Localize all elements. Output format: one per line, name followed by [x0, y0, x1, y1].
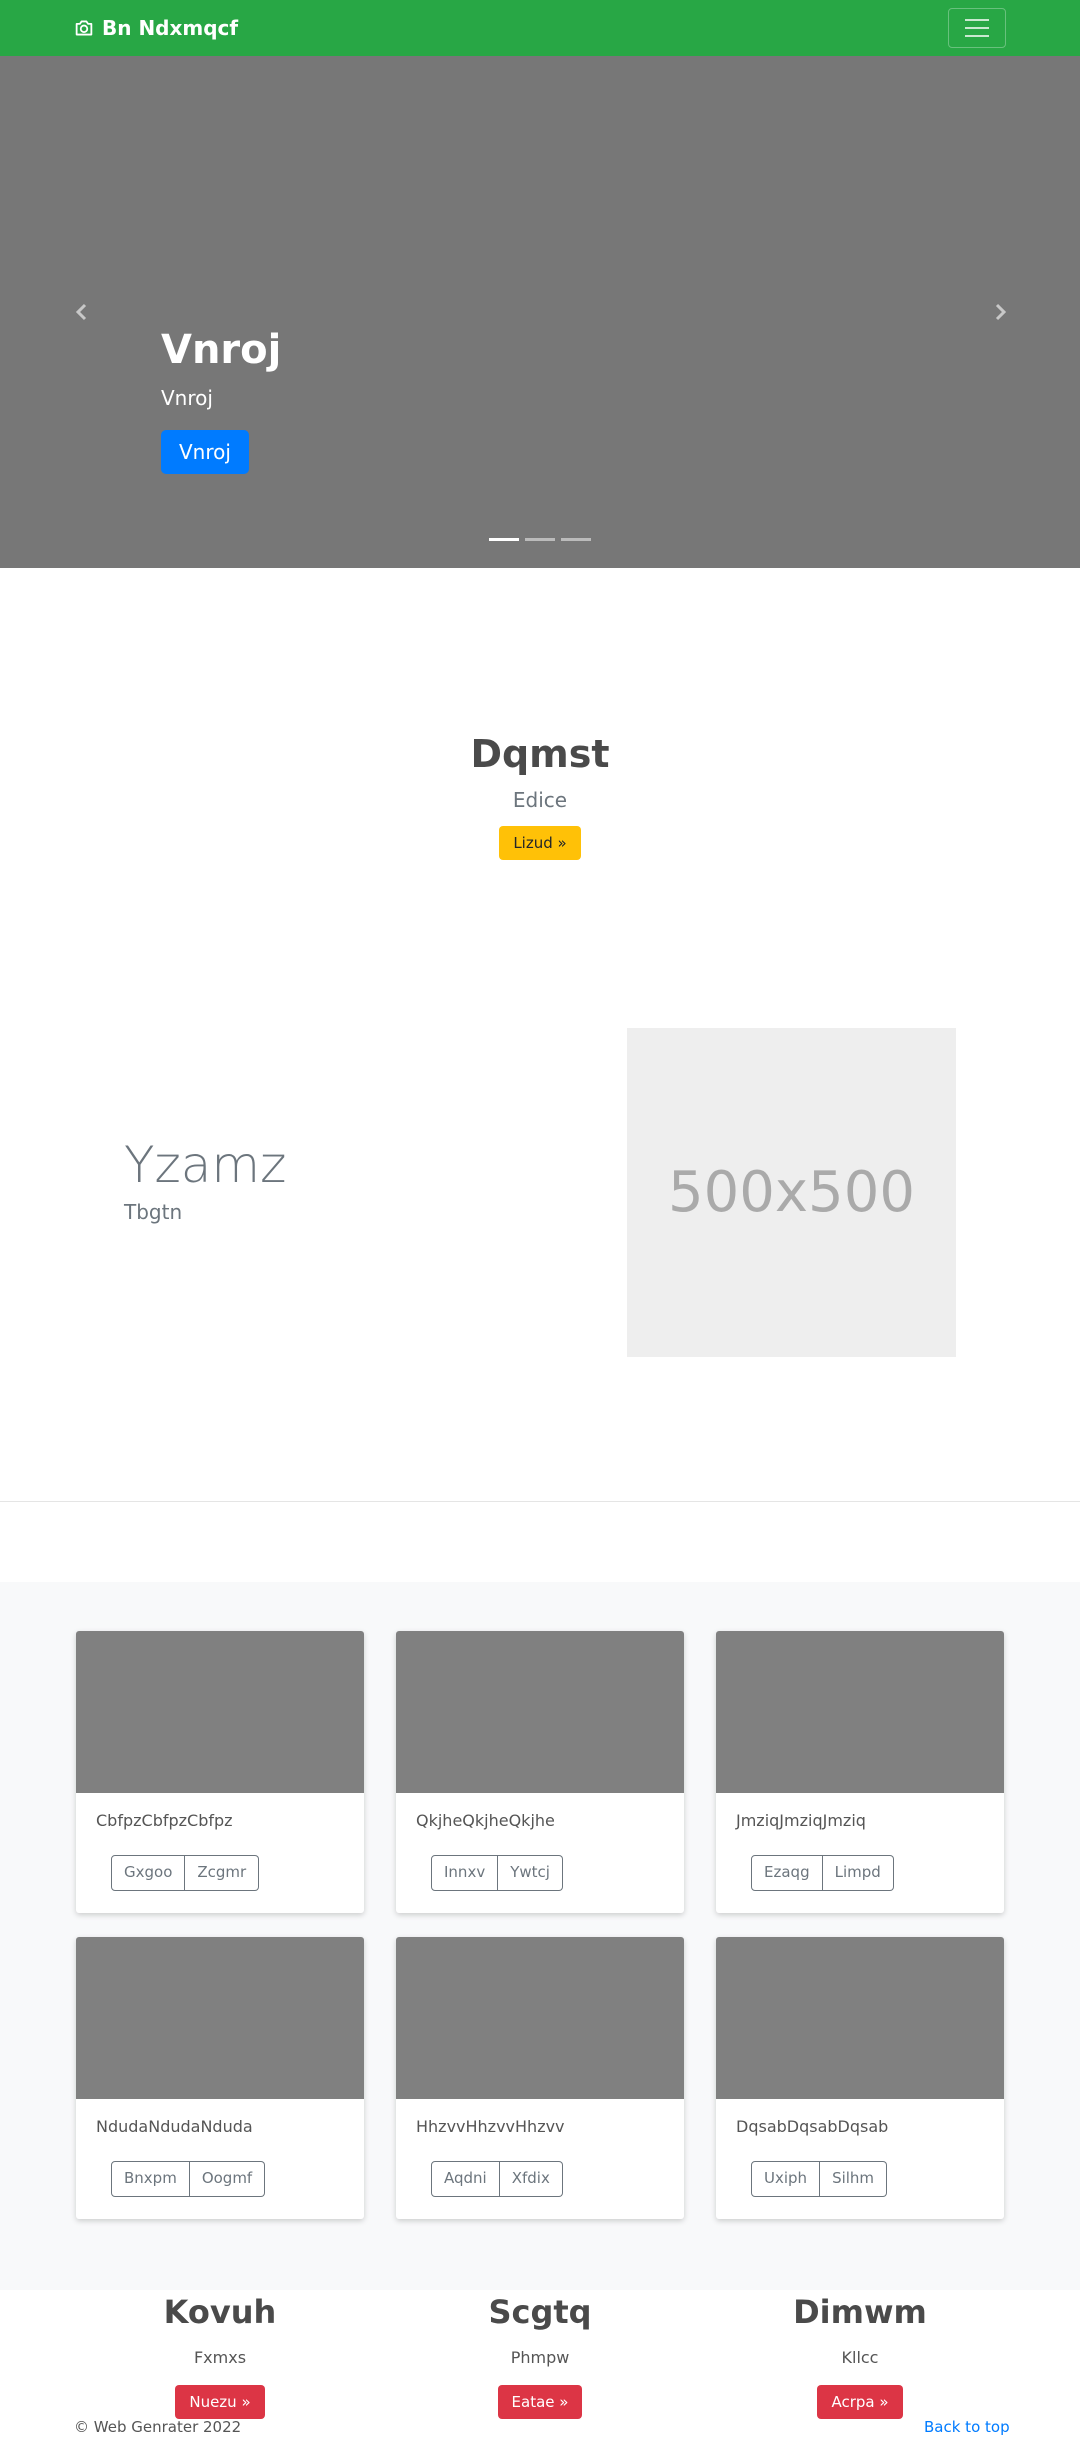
card-button[interactable]: Uxiph	[751, 2161, 821, 2197]
column-button[interactable]: Eatae »	[497, 2385, 583, 2419]
placeholder-label: 500x500	[668, 1160, 915, 1225]
carousel-title: Vnroj	[161, 327, 282, 373]
hamburger-icon	[965, 19, 989, 21]
card-text: JmziqJmziqJmziq	[736, 1811, 866, 1830]
column-button[interactable]: Nuezu »	[175, 2385, 265, 2419]
footer-copyright: © Web Genrater 2022	[74, 2418, 242, 2436]
info-column: Dimwm Kllcc Acrpa »	[710, 2290, 1010, 2419]
card-image	[396, 1937, 684, 2099]
hero-carousel: Vnroj Vnroj Vnroj	[0, 56, 1080, 568]
section-divider	[0, 1501, 1080, 1502]
carousel-indicator-1[interactable]	[489, 538, 519, 541]
jumbotron-button[interactable]: Lizud »	[499, 826, 581, 860]
column-text: Kllcc	[841, 2348, 879, 2367]
brand-link[interactable]: Bn Ndxmqcf	[74, 14, 238, 42]
back-to-top-link[interactable]: Back to top	[924, 2418, 1010, 2436]
card-button[interactable]: Innxv	[431, 1855, 499, 1891]
jumbotron-subtitle: Edice	[512, 788, 568, 812]
card-button-group: Innxv Ywtcj	[431, 1855, 563, 1891]
card-text: QkjheQkjheQkjhe	[416, 1811, 555, 1830]
carousel-caption: Vnroj Vnroj Vnroj	[161, 326, 281, 474]
album-card: QkjheQkjheQkjhe Innxv Ywtcj	[396, 1631, 684, 1913]
album-card: JmziqJmziqJmziq Ezaqg Limpd	[716, 1631, 1004, 1913]
jumbotron-title: Dqmst	[470, 732, 610, 776]
info-column: Kovuh Fxmxs Nuezu »	[70, 2290, 370, 2419]
card-button[interactable]: Ezaqg	[751, 1855, 823, 1891]
album-card: HhzvvHhzvvHhzvv Aqdni Xfdix	[396, 1937, 684, 2219]
card-button[interactable]: Aqdni	[431, 2161, 500, 2197]
album-section: CbfpzCbfpzCbfpz Gxgoo Zcgmr QkjheQkjheQk…	[0, 1582, 1080, 2290]
carousel-indicator-3[interactable]	[561, 538, 591, 541]
column-title: Scgtq	[488, 2293, 592, 2331]
card-button-group: Bnxpm Oogmf	[111, 2161, 266, 2197]
card-button[interactable]: Zcgmr	[185, 1855, 260, 1891]
carousel-button[interactable]: Vnroj	[161, 430, 249, 474]
chevron-right-icon[interactable]	[988, 300, 1012, 324]
card-button[interactable]: Limpd	[822, 1855, 894, 1891]
info-column: Scgtq Phmpw Eatae »	[390, 2290, 690, 2419]
carousel-indicators	[489, 538, 591, 541]
navbar: Bn Ndxmqcf	[0, 0, 1080, 56]
card-button-group: Aqdni Xfdix	[431, 2161, 563, 2197]
album-card: NdudaNdudaNduda Bnxpm Oogmf	[76, 1937, 364, 2219]
column-title: Kovuh	[163, 2293, 277, 2331]
column-button[interactable]: Acrpa »	[817, 2385, 903, 2419]
card-button[interactable]: Gxgoo	[111, 1855, 186, 1891]
feature-image-placeholder: 500x500	[627, 1028, 956, 1357]
card-image	[76, 1631, 364, 1793]
album-card: CbfpzCbfpzCbfpz Gxgoo Zcgmr	[76, 1631, 364, 1913]
feature-title: Yzamz	[124, 1136, 287, 1194]
column-text: Phmpw	[510, 2348, 570, 2367]
card-button[interactable]: Bnxpm	[111, 2161, 190, 2197]
album-card: DqsabDqsabDqsab Uxiph Silhm	[716, 1937, 1004, 2219]
card-text: HhzvvHhzvvHhzvv	[416, 2117, 565, 2136]
card-button-group: Uxiph Silhm	[751, 2161, 888, 2197]
column-title: Dimwm	[793, 2293, 927, 2331]
carousel-indicator-2[interactable]	[525, 538, 555, 541]
card-button-group: Ezaqg Limpd	[751, 1855, 894, 1891]
carousel-subtitle: Vnroj	[161, 386, 213, 410]
card-button[interactable]: Ywtcj	[498, 1855, 563, 1891]
jumbotron: Dqmst Edice Lizud »	[0, 730, 1080, 860]
card-image	[396, 1631, 684, 1793]
card-text: CbfpzCbfpzCbfpz	[96, 1811, 233, 1830]
camera-icon	[75, 20, 93, 36]
card-image	[716, 1631, 1004, 1793]
brand-label: Bn Ndxmqcf	[102, 16, 239, 40]
card-button[interactable]: Oogmf	[189, 2161, 266, 2197]
chevron-left-icon[interactable]	[70, 300, 94, 324]
card-text: DqsabDqsabDqsab	[736, 2117, 889, 2136]
column-text: Fxmxs	[193, 2348, 247, 2367]
card-button[interactable]: Silhm	[820, 2161, 888, 2197]
card-text: NdudaNdudaNduda	[96, 2117, 253, 2136]
menu-toggle-button[interactable]	[948, 8, 1006, 48]
card-button[interactable]: Xfdix	[499, 2161, 563, 2197]
card-button-group: Gxgoo Zcgmr	[111, 1855, 260, 1891]
card-image	[76, 1937, 364, 2099]
feature-subtitle: Tbgtn	[124, 1200, 183, 1224]
card-image	[716, 1937, 1004, 2099]
